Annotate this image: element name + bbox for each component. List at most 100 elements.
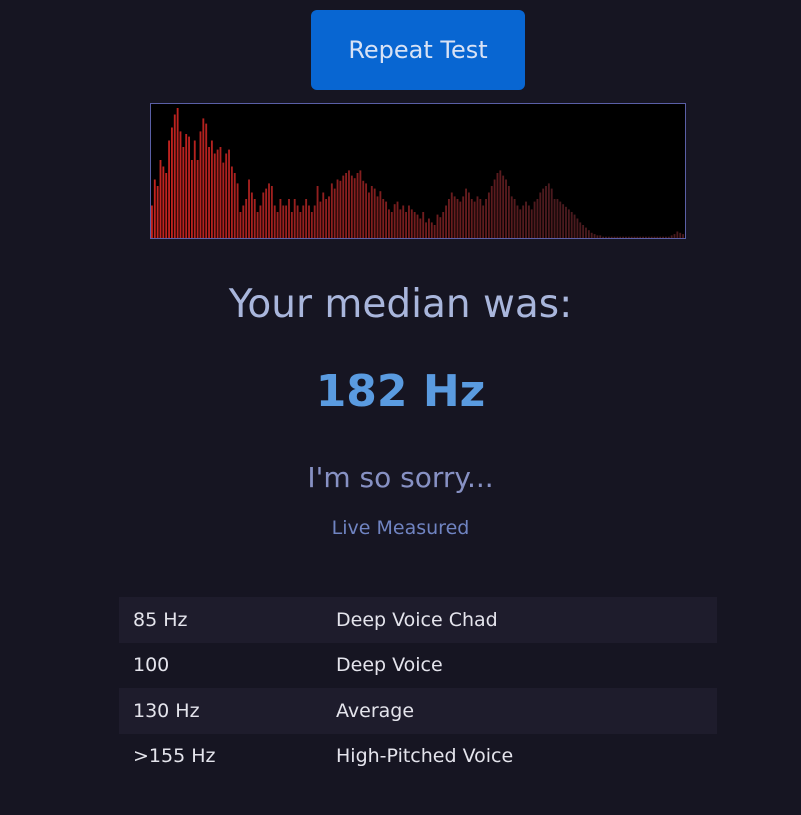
spectrum-bar (322, 192, 325, 238)
spectrum-bar (496, 173, 499, 238)
spectrum-bar (170, 127, 173, 238)
spectrum-bar (305, 199, 308, 238)
spectrum-bar (370, 186, 373, 238)
spectrum-bar (442, 212, 445, 238)
description-cell: Deep Voice Chad (336, 608, 498, 631)
spectrum-bar (313, 205, 316, 238)
median-value: 182 Hz (315, 366, 486, 417)
spectrum-bar (556, 199, 559, 238)
spectrum-bar (336, 179, 339, 238)
spectrum-bar (576, 218, 579, 238)
spectrum-bar (476, 196, 479, 238)
spectrum-bar (682, 234, 684, 238)
spectrum-bar (465, 188, 467, 238)
spectrum-bar (633, 236, 636, 238)
spectrum-bar (339, 180, 342, 238)
frequency-spectrum (150, 103, 686, 239)
repeat-test-button[interactable]: Repeat Test (311, 10, 525, 90)
spectrum-bar (427, 218, 430, 238)
spectrum-bar (173, 114, 176, 238)
spectrum-bar (205, 123, 208, 238)
spectrum-bar (430, 222, 433, 238)
spectrum-bar (542, 188, 545, 238)
spectrum-bar (616, 236, 619, 238)
spectrum-bar (422, 212, 425, 238)
spectrum-bar (405, 212, 408, 238)
spectrum-bar (196, 160, 199, 238)
reference-table: 85 Hz Deep Voice Chad 100 Deep Voice 130… (119, 597, 717, 779)
spectrum-bar (447, 199, 450, 238)
spectrum-bar (565, 206, 567, 238)
spectrum-bar (193, 140, 196, 238)
spectrum-bar (662, 236, 665, 238)
spectrum-bar (359, 170, 362, 238)
spectrum-bar (379, 191, 382, 238)
spectrum-bar (265, 188, 268, 238)
spectrum-bar (353, 178, 356, 238)
spectrum-bar (473, 201, 476, 238)
spectrum-bar (547, 183, 550, 238)
table-row: >155 Hz High-Pitched Voice (119, 734, 717, 780)
spectrum-bar (333, 188, 336, 238)
spectrum-bar (210, 140, 213, 238)
spectrum-bar (302, 205, 305, 238)
spectrum-bar (513, 199, 516, 238)
spectrum-bar (585, 227, 587, 238)
spectrum-bar (233, 173, 236, 238)
spectrum-bar (182, 147, 185, 238)
spectrum-bar (419, 218, 422, 238)
spectrum-bar (539, 192, 542, 238)
spectrum-bar (673, 234, 676, 238)
spectrum-bar (259, 205, 262, 238)
spectrum-bar (162, 166, 165, 238)
spectrum-bar (290, 212, 293, 238)
spectrum-bar (653, 236, 656, 238)
spectrum-bar (656, 236, 659, 238)
spectrum-bar (647, 236, 650, 238)
spectrum-bar (296, 205, 299, 238)
spectrum-bar (602, 236, 605, 238)
description-cell: Deep Voice (336, 654, 443, 677)
spectrum-bar (425, 222, 427, 238)
description-cell: Average (336, 699, 415, 722)
frequency-cell: >155 Hz (133, 745, 216, 768)
spectrum-bar (490, 186, 493, 238)
spectrum-bar (299, 212, 302, 238)
spectrum-bar (288, 199, 290, 238)
table-row: 100 Deep Voice (119, 643, 717, 689)
spectrum-bar (459, 201, 462, 238)
spectrum-bar (239, 212, 242, 238)
spectrum-bar (530, 209, 533, 238)
spectrum-bar (208, 147, 210, 238)
spectrum-bar (176, 108, 179, 238)
spectrum-bar (533, 201, 536, 238)
spectrum-bar (151, 205, 153, 238)
spectrum-bar (330, 183, 333, 238)
spectrum-bar (570, 212, 573, 238)
spectrum-bar (562, 204, 565, 238)
spectrum-bar (350, 175, 353, 238)
spectrum-bar (293, 199, 296, 238)
spectrum-bar (676, 231, 679, 238)
spectrum-bar (316, 186, 319, 238)
table-row: 85 Hz Deep Voice Chad (119, 597, 717, 643)
spectrum-bar (388, 209, 390, 238)
spectrum-bar (393, 204, 396, 238)
spectrum-bar (627, 236, 630, 238)
spectrum-bar (276, 212, 279, 238)
spectrum-bar (625, 236, 627, 238)
spectrum-bar (642, 236, 645, 238)
spectrum-bar (505, 179, 507, 238)
spectrum-bar (436, 214, 439, 238)
spectrum-bar (645, 236, 647, 238)
spectrum-bar (153, 179, 156, 238)
spectrum-bar (245, 199, 248, 238)
spectrum-bar (507, 186, 510, 238)
table-row: 130 Hz Average (119, 688, 717, 734)
spectrum-bar (665, 236, 667, 238)
spectrum-bar (188, 136, 190, 238)
spectrum-bar (599, 235, 602, 238)
spectrum-bar (590, 232, 593, 238)
spectrum-bar (365, 183, 368, 238)
spectrum-bar (596, 235, 599, 238)
